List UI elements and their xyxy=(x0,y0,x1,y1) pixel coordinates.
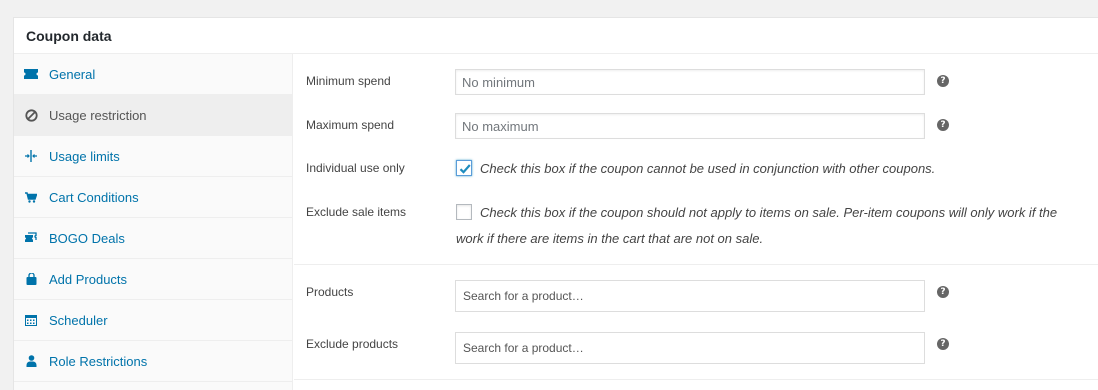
calendar-icon xyxy=(23,312,39,328)
usage-restriction-content: Minimum spend ? Maximum spend ? Individu… xyxy=(294,54,1098,390)
tab-bogo-deals[interactable]: BOGO Deals xyxy=(14,218,292,259)
checkmark-icon xyxy=(459,164,471,174)
tab-add-products[interactable]: Add Products xyxy=(14,259,292,300)
min-spend-label: Minimum spend xyxy=(306,74,391,88)
tab-label: Scheduler xyxy=(49,312,108,328)
products-label: Products xyxy=(306,285,354,299)
max-spend-row: Maximum spend ? xyxy=(294,112,1098,140)
tab-role-restrictions[interactable]: Role Restrictions xyxy=(14,341,292,382)
min-spend-row: Minimum spend ? xyxy=(294,68,1098,96)
block-icon xyxy=(23,107,39,123)
individual-use-label: Individual use only xyxy=(306,161,405,175)
exclude-sale-description-cont: work if there are items in the cart that… xyxy=(456,231,764,246)
ticket-icon xyxy=(23,66,39,82)
min-spend-input[interactable] xyxy=(455,69,925,95)
help-icon[interactable]: ? xyxy=(937,75,949,87)
section-divider xyxy=(294,379,1098,380)
tab-scheduler[interactable]: Scheduler xyxy=(14,300,292,341)
exclude-sale-checkbox[interactable] xyxy=(456,204,472,220)
tab-general[interactable]: General xyxy=(14,54,292,95)
cart-icon xyxy=(23,189,39,205)
section-divider xyxy=(294,264,1098,265)
tab-label: Usage restriction xyxy=(49,107,147,123)
individual-use-description: Check this box if the coupon cannot be u… xyxy=(480,161,936,176)
panel-title: Coupon data xyxy=(26,27,112,44)
coupon-data-panel: Coupon data General Usage restriction Us… xyxy=(13,17,1098,390)
tab-label: Usage limits xyxy=(49,148,120,164)
max-spend-input[interactable] xyxy=(455,113,925,139)
exclude-sale-description: Check this box if the coupon should not … xyxy=(480,205,1058,220)
help-icon[interactable]: ? xyxy=(937,119,949,131)
individual-use-row: Individual use only Check this box if th… xyxy=(294,158,1098,178)
exclude-products-row: Exclude products ? xyxy=(294,332,1098,364)
user-icon xyxy=(23,353,39,369)
tab-label: General xyxy=(49,66,96,82)
tab-cart-conditions[interactable]: Cart Conditions xyxy=(14,177,292,218)
products-search-input[interactable] xyxy=(455,280,925,312)
exclude-sale-row: Exclude sale items Check this box if the… xyxy=(294,202,1098,252)
help-icon[interactable]: ? xyxy=(937,338,949,350)
exclude-sale-label: Exclude sale items xyxy=(306,205,407,219)
bag-icon xyxy=(23,271,39,287)
help-icon[interactable]: ? xyxy=(937,286,949,298)
coupon-tabs-sidebar: General Usage restriction Usage limits C… xyxy=(14,54,293,390)
tab-usage-limits[interactable]: Usage limits xyxy=(14,136,292,177)
bogo-icon xyxy=(23,230,39,246)
tab-usage-restriction[interactable]: Usage restriction xyxy=(14,95,292,136)
limits-icon xyxy=(23,148,39,164)
tab-label: Add Products xyxy=(49,271,128,287)
exclude-products-search-input[interactable] xyxy=(455,332,925,364)
exclude-products-label: Exclude products xyxy=(306,337,399,351)
products-row: Products ? xyxy=(294,280,1098,312)
tab-label: Cart Conditions xyxy=(49,189,139,205)
panel-header: Coupon data xyxy=(14,18,1098,54)
max-spend-label: Maximum spend xyxy=(306,118,395,132)
individual-use-checkbox[interactable] xyxy=(456,160,472,176)
tab-label: Role Restrictions xyxy=(49,353,148,369)
tab-label: BOGO Deals xyxy=(49,230,125,246)
